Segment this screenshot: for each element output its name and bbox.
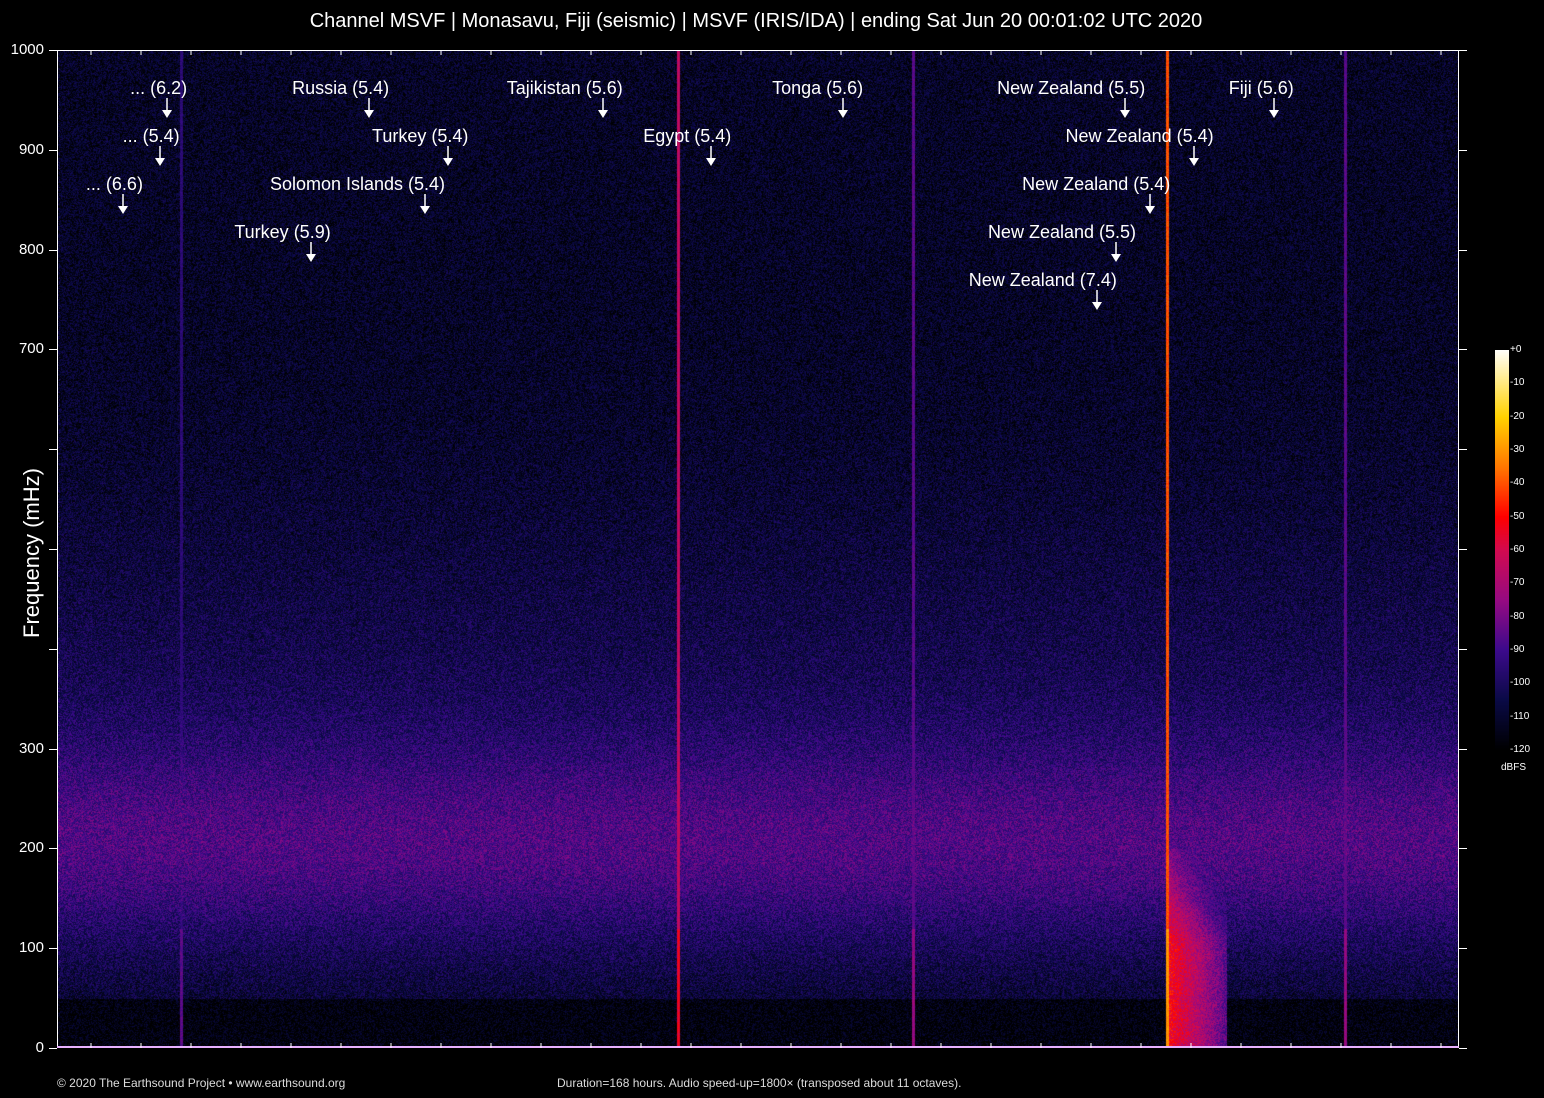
- y-tick: [49, 349, 57, 350]
- colorbar-tick-label: -80: [1510, 611, 1524, 622]
- y-tick-label: 200: [0, 839, 44, 856]
- arrow-down-icon: [1119, 98, 1131, 120]
- colorbar-tick-label: -60: [1510, 544, 1524, 555]
- y-tick: [1459, 250, 1467, 251]
- event-label: New Zealand (5.5): [997, 78, 1145, 99]
- y-tick: [49, 649, 57, 650]
- y-tick-label: 0: [0, 1039, 44, 1056]
- plot-border: [58, 51, 1459, 1048]
- event-label: Turkey (5.4): [372, 126, 468, 147]
- y-tick-label: 1000: [0, 41, 44, 58]
- arrow-down-icon: [154, 146, 166, 168]
- event-label: Tajikistan (5.6): [507, 78, 623, 99]
- y-tick: [49, 848, 57, 849]
- event-label: Egypt (5.4): [643, 126, 731, 147]
- y-tick: [49, 549, 57, 550]
- colorbar-tick-label: +0: [1510, 344, 1521, 355]
- arrow-down-icon: [305, 242, 317, 264]
- y-tick: [49, 250, 57, 251]
- colorbar-tick-label: -30: [1510, 444, 1524, 455]
- event-label: New Zealand (7.4): [969, 270, 1117, 291]
- event-label: Tonga (5.6): [772, 78, 863, 99]
- y-tick: [1459, 449, 1467, 450]
- event-label: ... (5.4): [123, 126, 180, 147]
- arrow-down-icon: [1144, 194, 1156, 216]
- y-tick: [49, 150, 57, 151]
- y-tick: [49, 749, 57, 750]
- colorbar-tick-label: -120: [1510, 744, 1530, 755]
- colorbar-tick-label: -70: [1510, 577, 1524, 588]
- y-tick-label: 800: [0, 241, 44, 258]
- event-label: Solomon Islands (5.4): [270, 174, 445, 195]
- arrow-down-icon: [1110, 242, 1122, 264]
- y-tick: [1459, 749, 1467, 750]
- event-label: Turkey (5.9): [234, 222, 330, 243]
- colorbar-unit: dBFS: [1501, 762, 1526, 773]
- event-label: ... (6.2): [130, 78, 187, 99]
- colorbar-tick-label: -10: [1510, 377, 1524, 388]
- y-tick: [1459, 50, 1467, 51]
- arrow-down-icon: [705, 146, 717, 168]
- y-tick: [1459, 150, 1467, 151]
- colorbar-tick-label: -50: [1510, 511, 1524, 522]
- arrow-down-icon: [117, 194, 129, 216]
- colorbar-tick-label: -40: [1510, 477, 1524, 488]
- y-axis-title: Frequency (mHz): [19, 453, 45, 653]
- colorbar-tick-label: -20: [1510, 411, 1524, 422]
- y-tick: [1459, 649, 1467, 650]
- y-tick: [49, 449, 57, 450]
- colorbar-tick-label: -100: [1510, 677, 1530, 688]
- colorbar: [1495, 350, 1509, 750]
- event-label: New Zealand (5.5): [988, 222, 1136, 243]
- y-tick: [49, 1048, 57, 1049]
- y-tick: [1459, 1048, 1467, 1049]
- colorbar-tick-label: -90: [1510, 644, 1524, 655]
- arrow-down-icon: [837, 98, 849, 120]
- arrow-down-icon: [161, 98, 173, 120]
- spectrogram-plot: [57, 50, 1459, 1048]
- y-tick: [1459, 349, 1467, 350]
- event-label: New Zealand (5.4): [1022, 174, 1170, 195]
- plot-frame: [57, 50, 1459, 1048]
- arrow-down-icon: [1188, 146, 1200, 168]
- chart-title: Channel MSVF | Monasavu, Fiji (seismic) …: [0, 10, 1512, 33]
- arrow-down-icon: [442, 146, 454, 168]
- arrow-down-icon: [363, 98, 375, 120]
- y-tick-label: 900: [0, 141, 44, 158]
- y-tick: [49, 948, 57, 949]
- y-tick-label: 300: [0, 740, 44, 757]
- event-label: Fiji (5.6): [1229, 78, 1294, 99]
- y-tick-label: 100: [0, 939, 44, 956]
- event-label: ... (6.6): [86, 174, 143, 195]
- arrow-down-icon: [1091, 290, 1103, 312]
- arrow-down-icon: [597, 98, 609, 120]
- arrow-down-icon: [419, 194, 431, 216]
- y-tick: [1459, 549, 1467, 550]
- y-tick: [1459, 948, 1467, 949]
- colorbar-tick-label: -110: [1510, 711, 1529, 722]
- event-label: New Zealand (5.4): [1066, 126, 1214, 147]
- y-tick: [49, 50, 57, 51]
- event-label: Russia (5.4): [292, 78, 389, 99]
- y-tick-label: 700: [0, 340, 44, 357]
- footer-copyright: © 2020 The Earthsound Project • www.eart…: [57, 1076, 345, 1090]
- arrow-down-icon: [1268, 98, 1280, 120]
- footer-info: Duration=168 hours. Audio speed-up=1800×…: [557, 1076, 961, 1090]
- y-tick: [1459, 848, 1467, 849]
